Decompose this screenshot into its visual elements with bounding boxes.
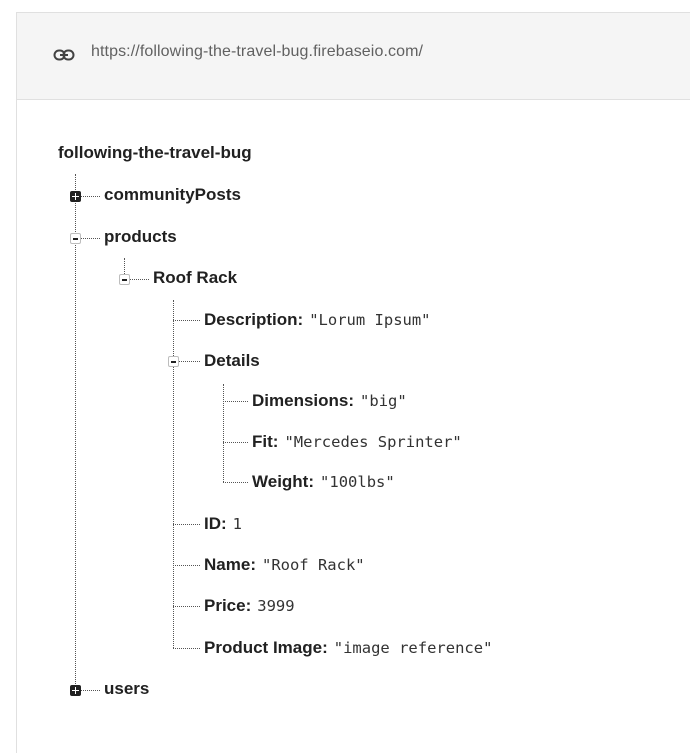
- tree-connector: [129, 279, 149, 280]
- key-colon: :: [297, 310, 304, 329]
- tree-connector: [173, 648, 200, 649]
- node-products[interactable]: products: [104, 225, 177, 249]
- minus-box-icon[interactable]: [168, 356, 179, 367]
- tree-connector: [80, 690, 100, 691]
- node-key: ID: [204, 514, 221, 533]
- node-key: products: [104, 227, 177, 246]
- tree-root-label[interactable]: following-the-travel-bug: [58, 143, 252, 163]
- tree-connector: [173, 565, 200, 566]
- node-dimensions[interactable]: Dimensions: "big": [252, 389, 407, 413]
- node-value: "big": [360, 392, 407, 410]
- tree-connector: [223, 442, 248, 443]
- node-value: "Lorum Ipsum": [309, 311, 431, 329]
- minus-box-icon[interactable]: [119, 274, 130, 285]
- plus-box-icon[interactable]: [70, 685, 81, 696]
- node-key: Roof Rack: [153, 268, 238, 287]
- tree-connector: [173, 524, 200, 525]
- node-value: 3999: [257, 597, 295, 615]
- node-key: users: [104, 679, 150, 698]
- tree-connector: [223, 401, 248, 402]
- key-colon: :: [250, 555, 256, 574]
- node-key: Fit: [252, 432, 273, 451]
- tree-connector: [75, 174, 76, 692]
- node-key: Dimensions: [252, 391, 349, 410]
- node-key: Details: [204, 351, 260, 370]
- key-colon: :: [308, 472, 315, 491]
- node-description[interactable]: Description: "Lorum Ipsum": [204, 308, 431, 332]
- minus-box-icon[interactable]: [70, 233, 81, 244]
- key-colon: :: [348, 391, 355, 410]
- node-key: Weight: [252, 472, 309, 491]
- page-top-edge: [0, 0, 690, 12]
- key-colon: :: [322, 638, 328, 657]
- node-key: Price: [204, 596, 246, 615]
- node-key: communityPosts: [104, 185, 241, 204]
- node-roof-rack[interactable]: Roof Rack: [153, 266, 237, 290]
- key-colon: :: [245, 596, 252, 615]
- node-weight[interactable]: Weight: "100lbs": [252, 470, 395, 494]
- database-url[interactable]: https://following-the-travel-bug.firebas…: [91, 43, 423, 61]
- tree-connector: [223, 482, 248, 483]
- tree-connector: [223, 384, 224, 482]
- node-price[interactable]: Price: 3999: [204, 594, 295, 618]
- node-key: Product Image: [204, 638, 323, 657]
- node-key: Name: [204, 555, 251, 574]
- key-colon: :: [221, 514, 227, 533]
- url-bar: https://following-the-travel-bug.firebas…: [17, 13, 690, 100]
- node-value: "image reference": [333, 639, 493, 657]
- tree-connector: [178, 361, 200, 362]
- node-communityPosts[interactable]: communityPosts: [104, 183, 241, 207]
- tree-connector: [173, 300, 174, 648]
- node-value: 1: [232, 515, 243, 533]
- node-id[interactable]: ID: 1: [204, 512, 242, 536]
- node-users[interactable]: users: [104, 677, 149, 701]
- tree-connector: [80, 196, 100, 197]
- node-key: Description: [204, 310, 298, 329]
- link-icon[interactable]: [53, 47, 75, 63]
- node-details[interactable]: Details: [204, 349, 260, 373]
- tree-connector: [173, 320, 200, 321]
- node-value: "100lbs": [320, 473, 395, 491]
- node-fit[interactable]: Fit: "Mercedes Sprinter": [252, 430, 462, 454]
- node-name[interactable]: Name: "Roof Rack": [204, 553, 365, 577]
- node-value: "Roof Rack": [261, 556, 365, 574]
- tree-connector: [80, 238, 100, 239]
- tree-connector: [173, 606, 200, 607]
- plus-box-icon[interactable]: [70, 191, 81, 202]
- key-colon: :: [272, 432, 279, 451]
- node-product-image[interactable]: Product Image: "image reference": [204, 636, 492, 660]
- node-value: "Mercedes Sprinter": [284, 433, 462, 451]
